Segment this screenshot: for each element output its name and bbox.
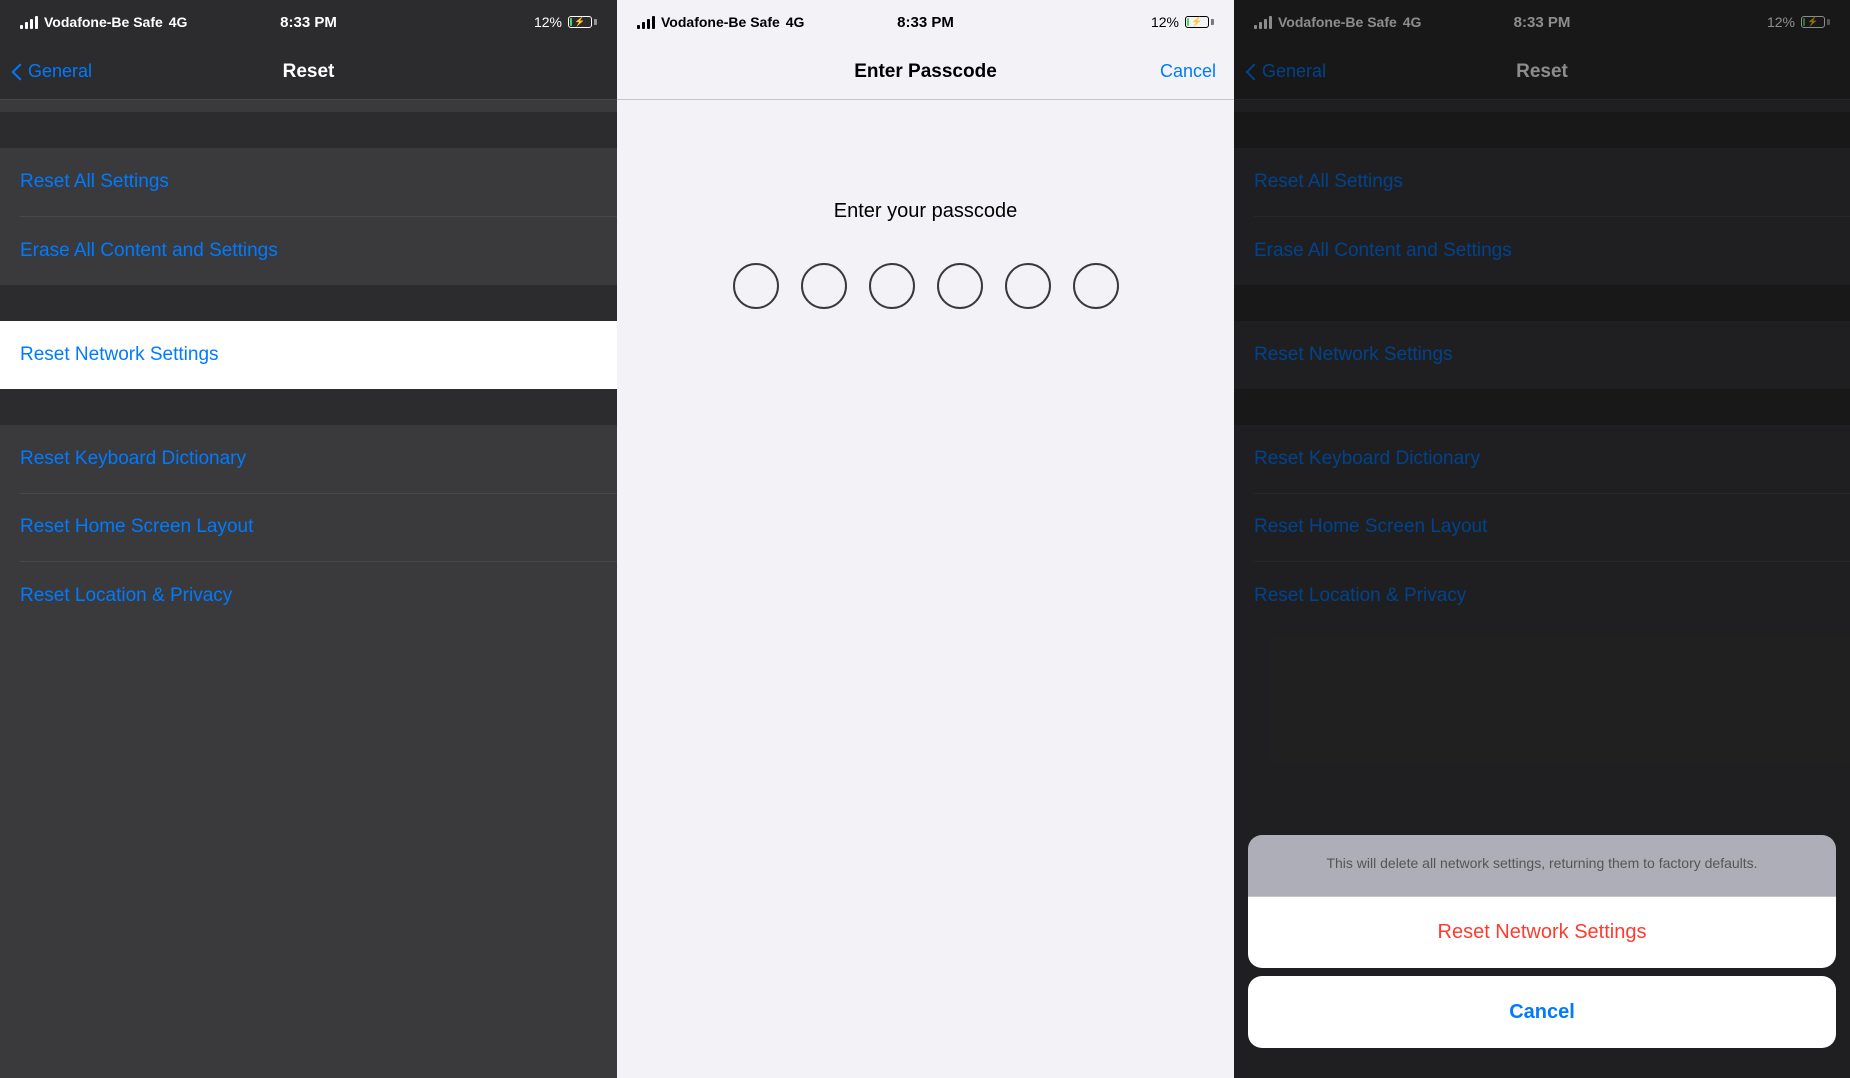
- back-button-left[interactable]: General: [14, 61, 92, 82]
- section-gap-3: [0, 389, 617, 425]
- nav-title-center: Enter Passcode: [854, 61, 997, 83]
- charging-bolt-icon-center: ⚡: [1191, 17, 1202, 28]
- reset-all-settings-left[interactable]: Reset All Settings: [0, 148, 617, 216]
- time-label: 8:33 PM: [280, 14, 337, 31]
- status-left-left: Vodafone-Be Safe 4G: [20, 14, 187, 30]
- reset-keyboard-label-left: Reset Keyboard Dictionary: [20, 448, 246, 470]
- battery-percent: 12%: [534, 14, 562, 30]
- status-bar-center: Vodafone-Be Safe 4G 8:33 PM 12% ⚡: [617, 0, 1234, 44]
- confirm-reset-label: Reset Network Settings: [1438, 921, 1647, 944]
- reset-keyboard-left[interactable]: Reset Keyboard Dictionary: [0, 425, 617, 493]
- action-sheet-cancel-button[interactable]: Cancel: [1248, 976, 1836, 1048]
- passcode-dot-6: [1073, 263, 1119, 309]
- time-label-center: 8:33 PM: [897, 14, 954, 31]
- action-sheet-cancel-label: Cancel: [1509, 1001, 1575, 1024]
- action-sheet-message: This will delete all network settings, r…: [1248, 835, 1836, 896]
- signal-icon-center: [637, 15, 655, 29]
- status-left-center: Vodafone-Be Safe 4G: [637, 14, 804, 30]
- charging-bolt-icon: ⚡: [574, 17, 585, 28]
- panel-center: Vodafone-Be Safe 4G 8:33 PM 12% ⚡ Enter …: [617, 0, 1234, 1078]
- action-sheet: This will delete all network settings, r…: [1234, 835, 1850, 1078]
- carrier-label: Vodafone-Be Safe: [44, 14, 163, 30]
- erase-all-content-label-left: Erase All Content and Settings: [20, 240, 278, 262]
- back-label-left: General: [28, 61, 92, 82]
- nav-title-left: Reset: [283, 61, 335, 83]
- nav-bar-center: Enter Passcode Cancel: [617, 44, 1234, 100]
- passcode-dot-3: [869, 263, 915, 309]
- reset-location-left[interactable]: Reset Location & Privacy: [0, 562, 617, 630]
- settings-list-left: Reset All Settings Erase All Content and…: [0, 100, 617, 1078]
- settings-group-1-left: Reset All Settings Erase All Content and…: [0, 148, 617, 285]
- carrier-label-center: Vodafone-Be Safe: [661, 14, 780, 30]
- reset-all-settings-label-left: Reset All Settings: [20, 171, 169, 193]
- reset-home-screen-label-left: Reset Home Screen Layout: [20, 516, 253, 538]
- confirm-reset-button[interactable]: Reset Network Settings: [1248, 896, 1836, 968]
- passcode-dots: [733, 263, 1119, 309]
- battery-area: 12% ⚡: [534, 14, 597, 30]
- settings-group-2-left: Reset Network Settings: [0, 321, 617, 389]
- reset-network-left[interactable]: Reset Network Settings: [0, 321, 617, 389]
- network-label: 4G: [169, 14, 188, 30]
- erase-all-content-left[interactable]: Erase All Content and Settings: [0, 217, 617, 285]
- reset-location-label-left: Reset Location & Privacy: [20, 585, 232, 607]
- section-gap: [0, 112, 617, 148]
- passcode-container: Enter your passcode: [617, 100, 1234, 1078]
- battery-area-center: 12% ⚡: [1151, 14, 1214, 30]
- status-bar-left: Vodafone-Be Safe 4G 8:33 PM 12% ⚡: [0, 0, 617, 44]
- nav-bar-left: General Reset: [0, 44, 617, 100]
- panel-right: Vodafone-Be Safe 4G 8:33 PM 12% ⚡ Genera…: [1234, 0, 1850, 1078]
- signal-icon: [20, 15, 38, 29]
- passcode-dot-1: [733, 263, 779, 309]
- reset-home-screen-left[interactable]: Reset Home Screen Layout: [0, 493, 617, 561]
- passcode-dot-2: [801, 263, 847, 309]
- chevron-left-icon: [14, 63, 24, 80]
- network-label-center: 4G: [786, 14, 805, 30]
- cancel-button-center[interactable]: Cancel: [1160, 61, 1216, 82]
- action-sheet-message-text: This will delete all network settings, r…: [1326, 855, 1757, 871]
- reset-network-label-left: Reset Network Settings: [20, 344, 219, 366]
- passcode-dot-5: [1005, 263, 1051, 309]
- settings-group-3-left: Reset Keyboard Dictionary Reset Home Scr…: [0, 425, 617, 630]
- battery-icon-center: ⚡: [1185, 16, 1214, 28]
- passcode-prompt: Enter your passcode: [834, 200, 1017, 223]
- battery-percent-center: 12%: [1151, 14, 1179, 30]
- battery-icon: ⚡: [568, 16, 597, 28]
- section-gap-2: [0, 285, 617, 321]
- passcode-dot-4: [937, 263, 983, 309]
- panel-left: Vodafone-Be Safe 4G 8:33 PM 12% ⚡ Genera…: [0, 0, 617, 1078]
